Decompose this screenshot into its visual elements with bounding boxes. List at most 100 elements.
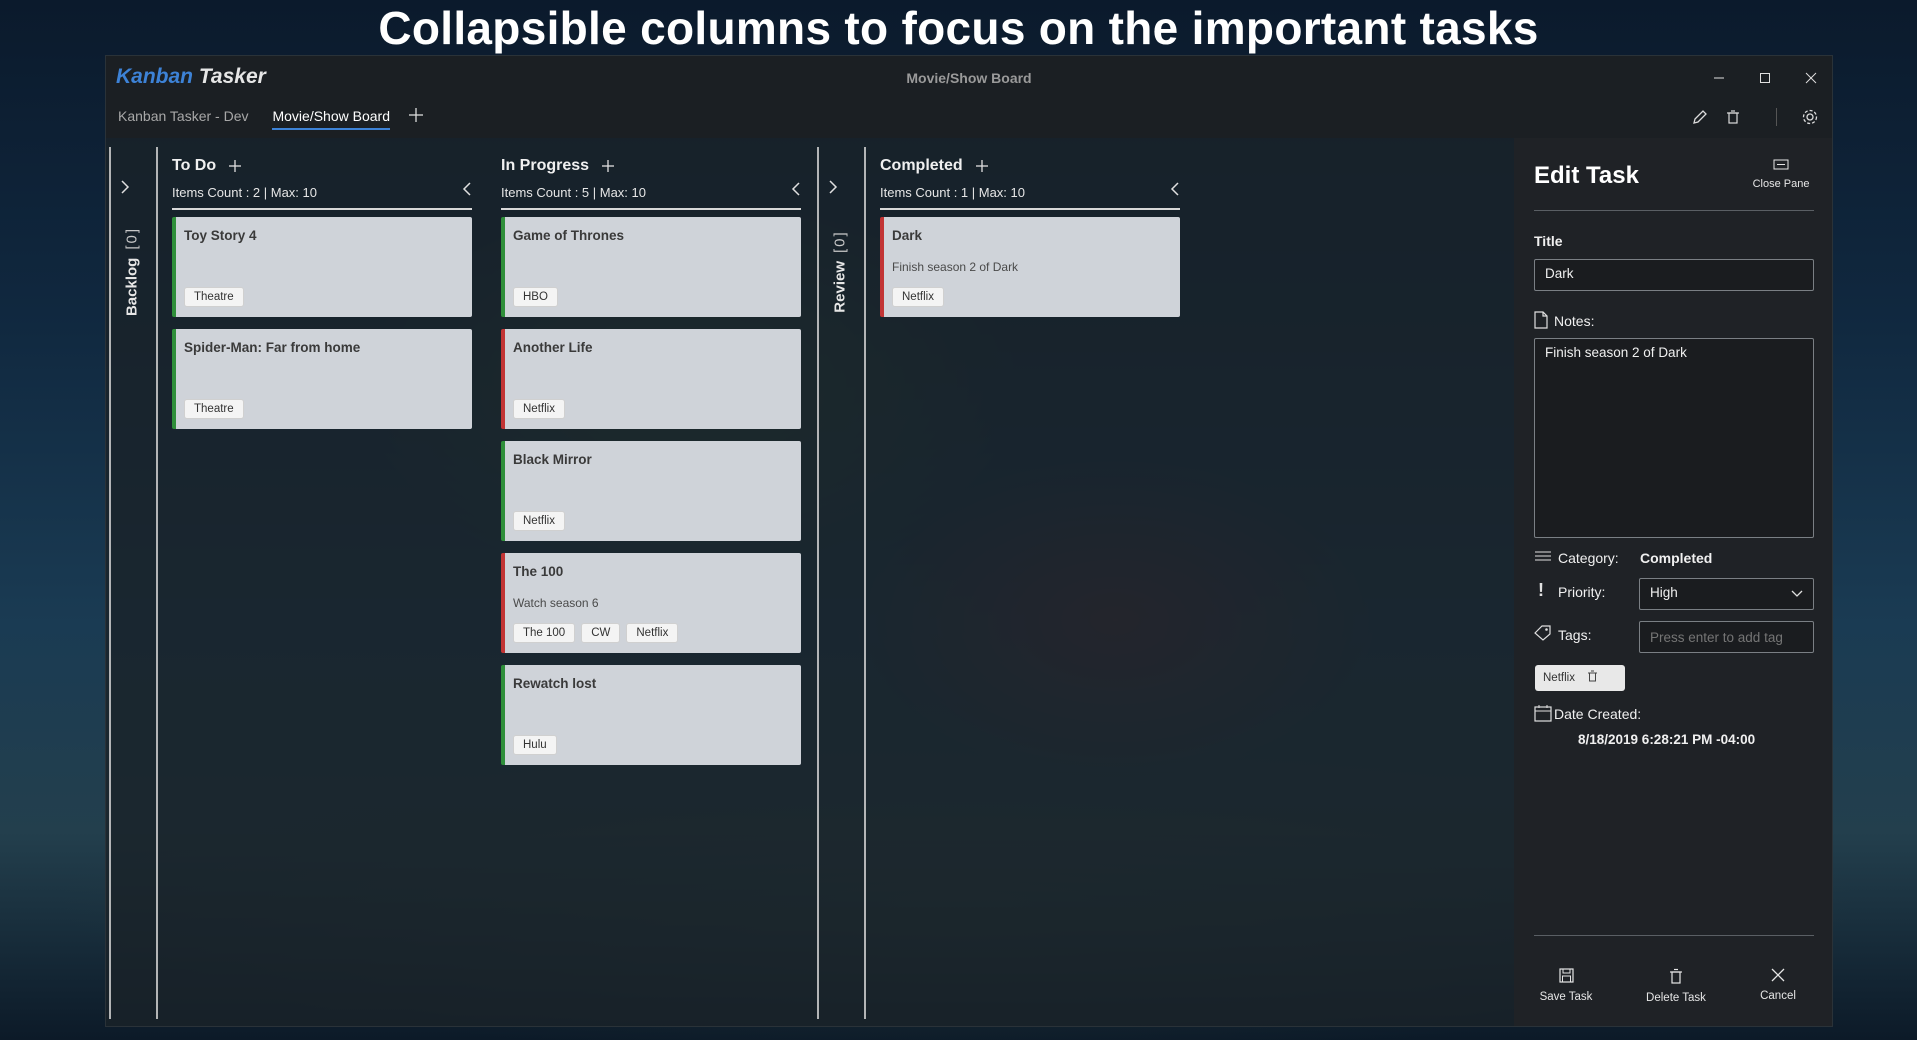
card-note: Watch season 6 — [513, 596, 599, 610]
tag-chip: Netflix — [892, 287, 944, 307]
close-icon — [1805, 72, 1817, 84]
card-note: Finish season 2 of Dark — [892, 260, 1019, 274]
task-card[interactable]: Black Mirror Netflix — [501, 441, 801, 541]
column-rule — [880, 208, 1180, 210]
calendar-icon — [1534, 704, 1552, 726]
column-divider — [864, 147, 866, 1019]
priority-select[interactable]: High — [1639, 578, 1814, 610]
notes-label: Notes: — [1554, 313, 1595, 329]
collapse-column-button[interactable] — [791, 180, 801, 201]
task-card[interactable]: Toy Story 4 Theatre — [172, 217, 472, 317]
delete-task-button[interactable]: Delete Task — [1636, 968, 1716, 1004]
tag-chip: Netflix — [513, 511, 565, 531]
card-title: Black Mirror — [513, 452, 592, 467]
column-header: To Do — [172, 152, 472, 180]
card-title: The 100 — [513, 564, 564, 579]
list-icon — [1534, 550, 1552, 568]
edit-board-button[interactable] — [1687, 104, 1713, 130]
close-icon — [1738, 968, 1818, 986]
chevron-right-icon — [829, 180, 838, 194]
maximize-icon — [1760, 73, 1770, 83]
pane-divider — [1534, 210, 1814, 211]
column-title: In Progress — [501, 157, 590, 174]
delete-board-button[interactable] — [1720, 104, 1746, 130]
chevron-left-icon — [462, 182, 471, 196]
card-title: Game of Thrones — [513, 228, 625, 243]
save-task-button[interactable]: Save Task — [1526, 968, 1606, 1003]
tag-icon — [1534, 625, 1552, 645]
task-card[interactable]: Dark Finish season 2 of Dark Netflix — [880, 217, 1180, 317]
expand-review-button[interactable] — [828, 178, 838, 199]
card-title: Toy Story 4 — [184, 228, 257, 243]
banner-caption: Collapsible columns to focus on the impo… — [378, 2, 1539, 54]
column-header: Completed — [880, 152, 1180, 180]
tag-chip: Netflix — [626, 623, 679, 643]
task-card[interactable]: Game of Thrones HBO — [501, 217, 801, 317]
title-bar: Kanban Tasker Movie/Show Board Kanban Ta… — [106, 56, 1832, 138]
close-window-button[interactable] — [1788, 64, 1834, 92]
card-title: Another Life — [513, 340, 593, 355]
review-collapsed-column[interactable]: Review[0] — [820, 178, 860, 378]
column-divider — [817, 147, 819, 1019]
title-input[interactable]: Dark — [1534, 259, 1814, 291]
cancel-label: Cancel — [1760, 990, 1796, 1002]
date-created-value: 8/18/2019 6:28:21 PM -04:00 — [1578, 732, 1756, 747]
tag-chip: The 100 — [513, 623, 576, 643]
task-card[interactable]: Rewatch lost Hulu — [501, 665, 801, 765]
column-meta: Items Count : 2 | Max: 10 — [172, 180, 472, 204]
trash-icon — [1587, 670, 1597, 682]
tag-chip: CW — [581, 623, 621, 643]
minimize-button[interactable] — [1696, 64, 1742, 92]
cancel-button[interactable]: Cancel — [1738, 968, 1818, 1002]
tag-input[interactable] — [1639, 621, 1814, 653]
column-title: To Do — [172, 157, 217, 174]
date-created-label: Date Created: — [1554, 706, 1642, 722]
pencil-icon — [1693, 110, 1707, 124]
tab-kanban-tasker-dev[interactable]: Kanban Tasker - Dev — [118, 108, 248, 130]
card-title: Rewatch lost — [513, 676, 597, 691]
card-title: Dark — [892, 228, 923, 243]
settings-button[interactable] — [1797, 104, 1823, 130]
close-pane-button[interactable]: Close Pane — [1744, 158, 1818, 190]
document-icon — [1534, 311, 1548, 333]
collapse-column-button[interactable] — [1170, 180, 1180, 201]
category-value: Completed — [1640, 550, 1713, 566]
collapse-column-button[interactable] — [462, 180, 472, 201]
remove-tag-button[interactable] — [1587, 669, 1598, 687]
column-todo: To Do Items Count : 2 | Max: 10 Toy Stor… — [172, 152, 472, 441]
column-meta: Items Count : 1 | Max: 10 — [880, 180, 1180, 204]
tag-chip: Theatre — [184, 399, 244, 419]
maximize-button[interactable] — [1742, 64, 1788, 92]
backlog-collapsed-column[interactable]: Backlog[0] — [112, 178, 152, 378]
board-tabs: Kanban Tasker - Dev Movie/Show Board — [118, 108, 390, 130]
column-divider — [109, 147, 111, 1019]
gear-icon — [1802, 109, 1818, 125]
tag-chip: HBO — [513, 287, 558, 307]
kanban-board: Backlog[0] To Do Items Count : 2 | Max: … — [106, 138, 1511, 1026]
notes-textarea[interactable]: Finish season 2 of Dark — [1534, 338, 1814, 538]
plus-icon — [229, 160, 242, 172]
column-completed: Completed Items Count : 1 | Max: 10 Dark… — [880, 152, 1180, 329]
add-card-button[interactable] — [228, 153, 242, 179]
priority-value: High — [1650, 585, 1678, 600]
tab-movie-show-board[interactable]: Movie/Show Board — [272, 108, 390, 130]
task-card[interactable]: Spider-Man: Far from home Theatre — [172, 329, 472, 429]
edit-task-pane: Edit Task Close Pane Title Dark Notes: F… — [1514, 138, 1832, 1026]
pane-tag-chip: Netflix — [1535, 665, 1625, 691]
add-card-button[interactable] — [601, 153, 615, 179]
close-pane-label: Close Pane — [1752, 178, 1810, 190]
task-card[interactable]: The 100 Watch season 6 The 100 CW Netfli… — [501, 553, 801, 653]
pane-title: Edit Task — [1534, 162, 1639, 189]
plus-icon — [602, 160, 615, 172]
category-label: Category: — [1558, 550, 1619, 566]
pane-tag-label: Netflix — [1543, 672, 1575, 684]
task-card[interactable]: Another Life Netflix — [501, 329, 801, 429]
add-board-button[interactable] — [408, 102, 424, 130]
window-title: Movie/Show Board — [906, 70, 1032, 86]
tags-label: Tags: — [1558, 627, 1592, 643]
backlog-label: Backlog[0] — [123, 226, 141, 317]
tag-chip: Hulu — [513, 735, 557, 755]
expand-backlog-button[interactable] — [120, 178, 130, 199]
add-card-button[interactable] — [975, 153, 989, 179]
chevron-left-icon — [1170, 182, 1179, 196]
